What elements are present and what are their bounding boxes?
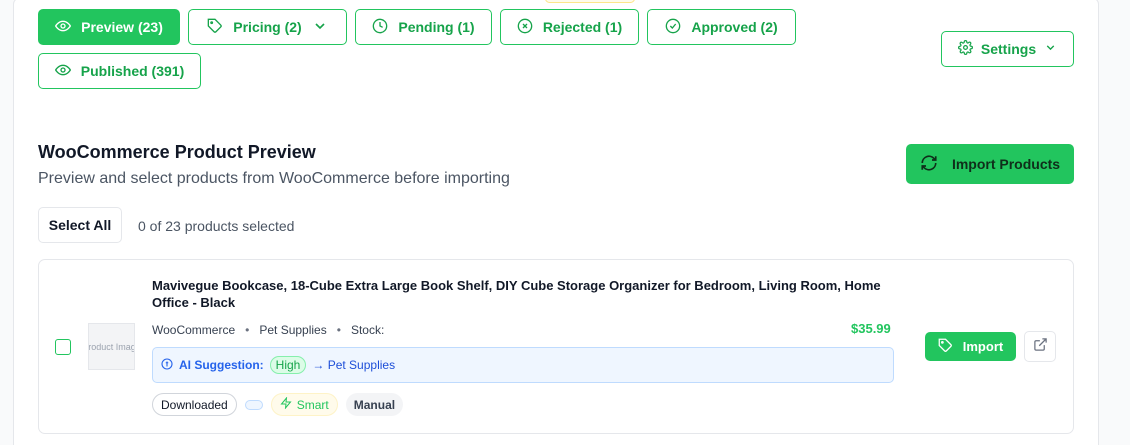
tab-label: Published (391) [80,63,185,79]
tag-icon [938,338,953,356]
eye-icon [55,18,72,37]
tab-label: Pricing (2) [233,19,302,35]
tab-preview[interactable]: Preview (23) [38,9,180,45]
thumbnail-alt-text: Product Image [88,341,134,352]
tab-approved[interactable]: Approved (2) [647,9,796,45]
tab-label: Rejected (1) [542,19,623,35]
product-stock: Stock: [350,323,385,337]
open-external-button[interactable] [1024,331,1056,362]
tab-pricing[interactable]: Pricing (2) [188,9,347,45]
product-price: $35.99 [851,321,891,336]
import-products-button[interactable]: Import Products [906,144,1074,184]
x-circle-icon [517,18,533,37]
downloaded-badge: Downloaded [152,393,237,416]
tag-icon [207,18,223,37]
import-button[interactable]: Import [925,332,1016,361]
tab-label: Approved (2) [691,19,778,35]
section-title: WooCommerce Product Preview [38,142,316,162]
product-category: Pet Supplies [259,323,327,337]
eye-icon [54,62,71,81]
product-checkbox[interactable] [55,339,71,355]
gear-icon [957,40,973,58]
settings-button[interactable]: Settings [941,31,1074,67]
product-source: WooCommerce [152,323,236,337]
separator-dot: • [245,323,250,337]
partial-badge [545,0,635,3]
tab-published[interactable]: Published (391) [38,53,201,89]
lightning-icon [280,396,292,412]
chevron-down-icon [312,18,328,37]
ai-suggestion-label: AI Suggestion: [179,358,264,372]
settings-label: Settings [980,41,1037,57]
separator-dot: • [336,323,341,337]
chevron-down-icon [1044,41,1057,57]
product-card: Product Image Mavivegue Bookcase, 18-Cub… [38,259,1074,434]
tab-label: Preview (23) [81,19,163,35]
refresh-icon [920,154,938,175]
smart-badge: Smart [270,393,338,416]
product-tags: Downloaded Smart Manual [152,393,404,416]
info-icon [161,357,173,373]
tab-pending[interactable]: Pending (1) [355,9,492,45]
confidence-badge: High [269,356,307,374]
check-circle-icon [665,18,681,37]
product-title: Mavivegue Bookcase, 18-Cube Extra Large … [152,278,881,310]
selection-count: 0 of 23 products selected [138,218,295,234]
section-subtitle: Preview and select products from WooComm… [38,170,510,187]
tab-label: Pending (1) [398,19,475,35]
import-label: Import [962,339,1004,354]
product-meta: WooCommerce • Pet Supplies • Stock: [152,323,384,337]
smart-label: Smart [296,397,329,412]
import-products-label: Import Products [951,156,1061,172]
empty-badge [244,399,263,410]
external-link-icon [1033,337,1048,357]
suggested-category: → Pet Supplies [312,358,396,372]
clock-icon [372,18,388,37]
select-all-button[interactable]: Select All [38,207,122,243]
tab-rejected[interactable]: Rejected (1) [500,9,639,45]
manual-badge: Manual [345,393,404,416]
product-thumbnail: Product Image [88,323,135,370]
ai-suggestion-box: AI Suggestion: High → Pet Supplies [152,347,894,383]
